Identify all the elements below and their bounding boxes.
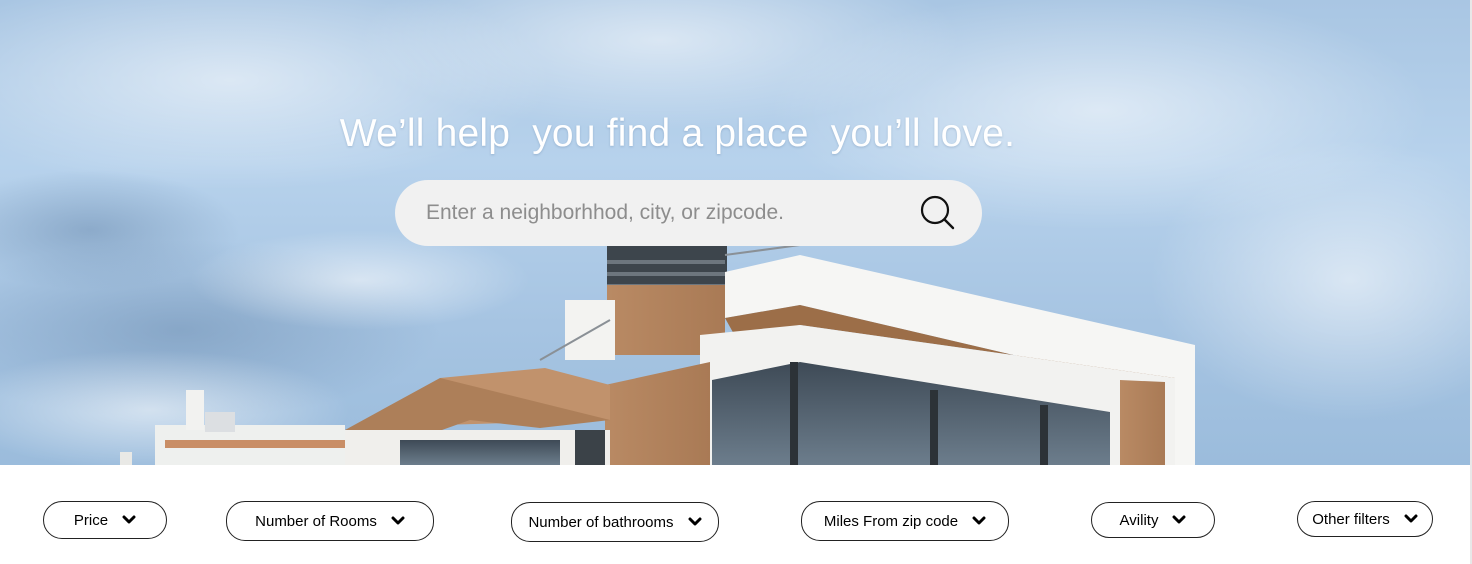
- filter-label: Number of bathrooms: [528, 513, 674, 531]
- search-bar: [395, 180, 982, 246]
- chevron-down-icon: [122, 515, 136, 525]
- chevron-down-icon: [391, 516, 405, 526]
- filter-label: Miles From zip code: [823, 512, 959, 530]
- filter-label: Avility: [1119, 511, 1159, 529]
- chevron-down-icon: [688, 517, 702, 527]
- hero-headline: We’ll help you find a place you’ll love.: [339, 112, 1016, 155]
- chevron-down-icon: [1404, 514, 1418, 524]
- filter-label: Number of Rooms: [255, 512, 377, 530]
- filter-label: Other filters: [1312, 510, 1390, 528]
- filter-label: Price: [73, 511, 109, 529]
- hero-banner: We’ll help you find a place you’ll love.: [0, 0, 1472, 465]
- search-input[interactable]: [426, 201, 918, 225]
- filter-number-of-rooms[interactable]: Number of Rooms: [226, 501, 434, 541]
- chevron-down-icon: [972, 516, 986, 526]
- chevron-down-icon: [1172, 515, 1186, 525]
- search-icon[interactable]: [918, 193, 958, 233]
- filter-price[interactable]: Price: [43, 501, 167, 539]
- filter-other-filters[interactable]: Other filters: [1297, 501, 1433, 537]
- filter-number-of-bathrooms[interactable]: Number of bathrooms: [511, 502, 719, 542]
- filter-miles-from-zip[interactable]: Miles From zip code: [801, 501, 1009, 541]
- filter-avility[interactable]: Avility: [1091, 502, 1215, 538]
- filter-bar: Price Number of Rooms Number of bathroom…: [0, 465, 1472, 564]
